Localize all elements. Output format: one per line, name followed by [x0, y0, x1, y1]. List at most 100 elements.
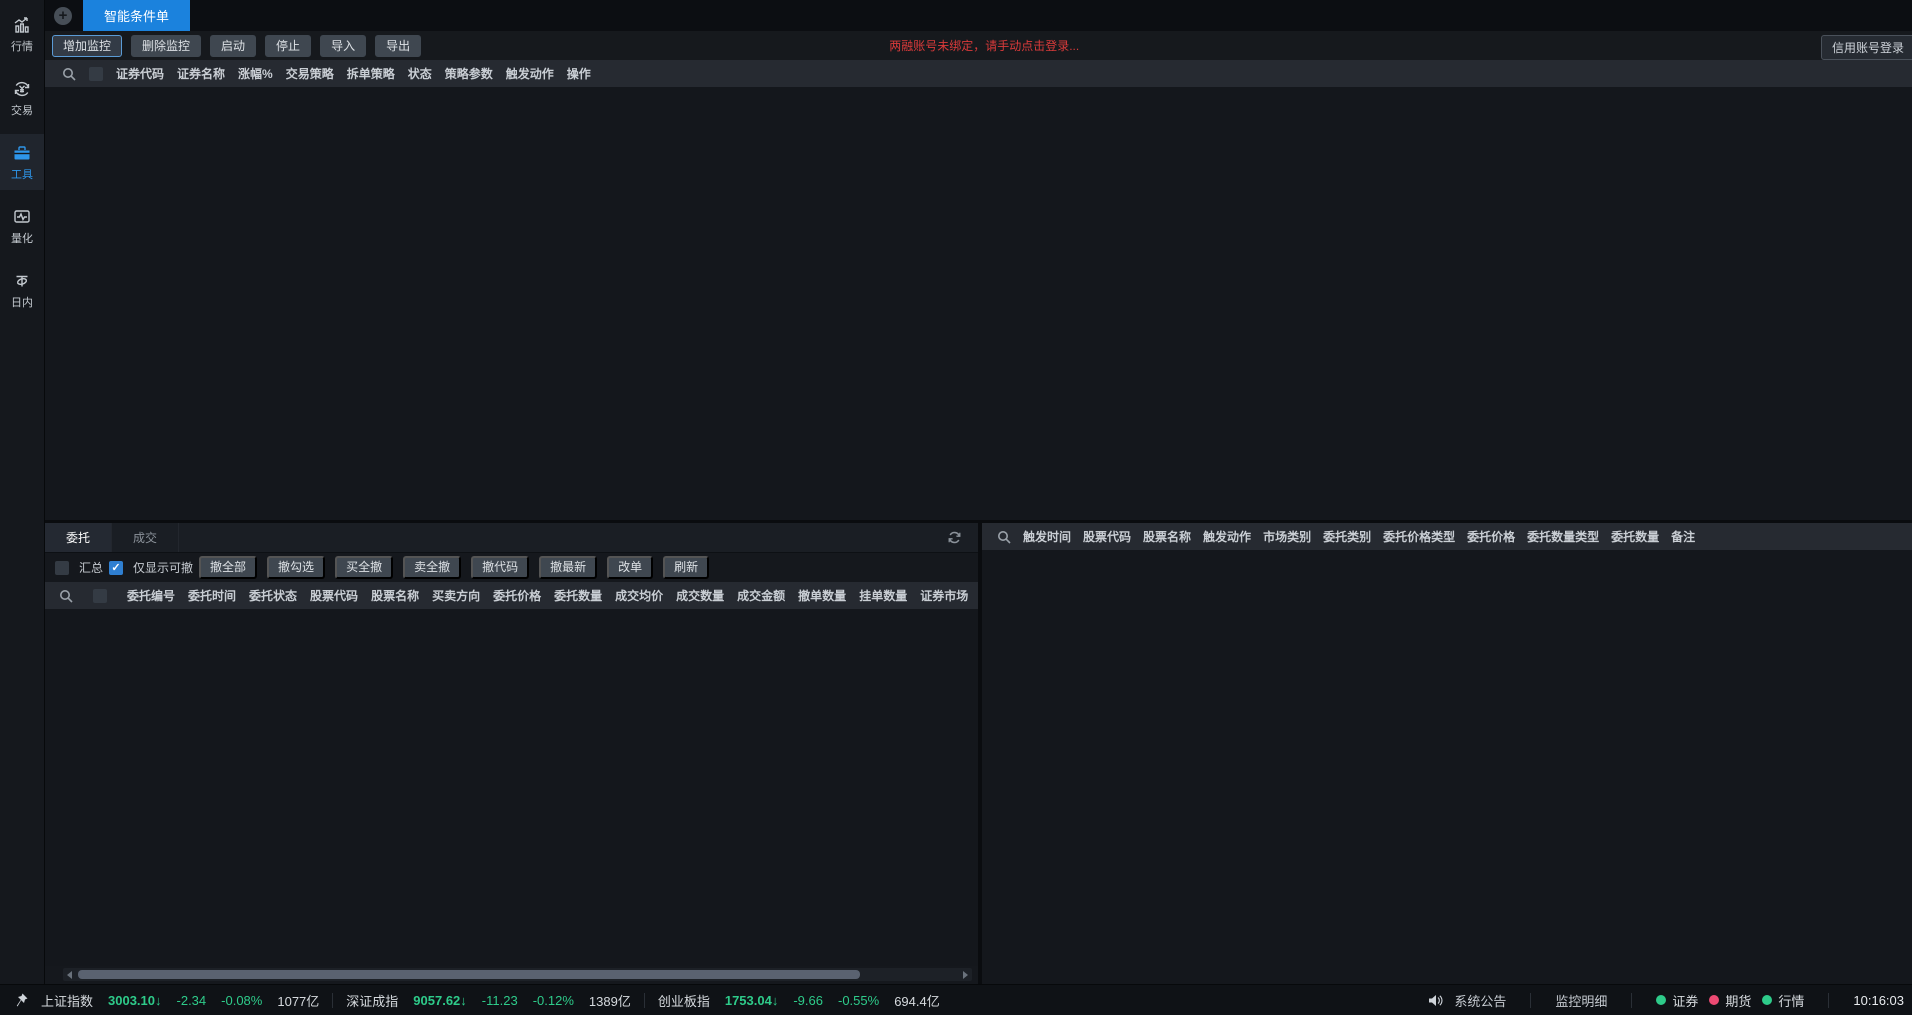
column-header[interactable]: 备注: [1671, 528, 1695, 545]
sidebar-item-label: 交易: [11, 106, 33, 117]
monitor-table-header: 证券代码 证券名称 涨幅% 交易策略 拆单策略 状态 策略参数 触发动作 操作: [45, 60, 1912, 87]
cancel-all-sells-button[interactable]: 卖全撤: [403, 556, 461, 579]
column-header[interactable]: 股票代码: [1083, 528, 1131, 545]
column-header[interactable]: 挂单数量: [859, 587, 907, 604]
column-header[interactable]: 撤单数量: [798, 587, 846, 604]
sidebar-item-quant[interactable]: 量化: [0, 198, 44, 254]
column-header[interactable]: 委托类别: [1323, 528, 1371, 545]
column-header[interactable]: 证券代码: [116, 65, 164, 82]
status-dot-icon: [1709, 995, 1719, 1005]
add-monitor-button[interactable]: 增加监控: [52, 35, 122, 57]
tab-deals[interactable]: 成交: [112, 523, 179, 552]
index-value: 3003.10↓: [108, 993, 162, 1008]
cancel-all-buys-button[interactable]: 买全撤: [335, 556, 393, 579]
select-all-checkbox[interactable]: [93, 589, 107, 603]
column-header[interactable]: 委托价格类型: [1383, 528, 1455, 545]
index-chinext[interactable]: 创业板指 1753.04↓ -9.66 -0.55% 694.4亿: [658, 991, 940, 1010]
column-header[interactable]: 成交均价: [615, 587, 663, 604]
index-shanghai[interactable]: 上证指数 3003.10↓ -2.34 -0.08% 1077亿: [41, 991, 319, 1010]
briefcase-icon: [12, 143, 32, 166]
index-shenzhen[interactable]: 深证成指 9057.62↓ -11.23 -0.12% 1389亿: [346, 991, 631, 1010]
sidebar-item-tools[interactable]: 工具: [0, 134, 44, 190]
column-header[interactable]: 证券名称: [177, 65, 225, 82]
sidebar-item-trade[interactable]: 交易: [0, 70, 44, 126]
scroll-right-arrow-icon[interactable]: [963, 971, 968, 979]
refresh-icon[interactable]: [947, 530, 962, 548]
credit-account-login-button[interactable]: 信用账号登录: [1821, 35, 1912, 60]
connection-futures[interactable]: 期货: [1709, 991, 1751, 1010]
column-header[interactable]: 股票名称: [1143, 528, 1191, 545]
column-header[interactable]: 成交数量: [676, 587, 724, 604]
column-header[interactable]: 策略参数: [445, 65, 493, 82]
column-header[interactable]: 委托状态: [249, 587, 297, 604]
column-header[interactable]: 委托数量: [554, 587, 602, 604]
column-header[interactable]: 委托数量类型: [1527, 528, 1599, 545]
separator: [644, 993, 645, 1008]
export-button[interactable]: 导出: [375, 35, 421, 57]
column-header[interactable]: 委托价格: [1467, 528, 1515, 545]
column-header[interactable]: 市场类别: [1263, 528, 1311, 545]
connection-quotes[interactable]: 行情: [1762, 991, 1804, 1010]
speaker-icon[interactable]: [1428, 994, 1443, 1007]
search-icon[interactable]: [997, 530, 1011, 544]
column-header[interactable]: 交易策略: [286, 65, 334, 82]
column-header[interactable]: 触发动作: [1203, 528, 1251, 545]
column-header[interactable]: 股票名称: [371, 587, 419, 604]
delete-monitor-button[interactable]: 删除监控: [131, 35, 201, 57]
scroll-left-arrow-icon[interactable]: [67, 971, 72, 979]
column-header[interactable]: 状态: [408, 65, 432, 82]
down-arrow-icon: ↓: [155, 993, 162, 1008]
cancel-latest-button[interactable]: 撤最新: [539, 556, 597, 579]
cancel-by-code-button[interactable]: 撤代码: [471, 556, 529, 579]
sidebar-item-intraday[interactable]: 日内: [0, 262, 44, 318]
column-header[interactable]: 涨幅%: [238, 65, 273, 82]
add-tab-button[interactable]: +: [54, 7, 72, 25]
index-change-pct: -0.55%: [838, 993, 879, 1008]
column-header[interactable]: 委托时间: [188, 587, 236, 604]
column-header[interactable]: 委托价格: [493, 587, 541, 604]
connection-label: 行情: [1778, 991, 1804, 1010]
trigger-panel: 触发时间 股票代码 股票名称 触发动作 市场类别 委托类别 委托价格类型 委托价…: [982, 523, 1912, 984]
modify-order-button[interactable]: 改单: [607, 556, 653, 579]
pin-icon[interactable]: [14, 993, 28, 1007]
connection-label: 证券: [1672, 991, 1698, 1010]
column-header[interactable]: 委托编号: [127, 587, 175, 604]
start-button[interactable]: 启动: [210, 35, 256, 57]
only-cancelable-checkbox[interactable]: [109, 561, 123, 575]
summary-checkbox[interactable]: [55, 561, 69, 575]
column-header[interactable]: 委托数量: [1611, 528, 1659, 545]
select-all-checkbox[interactable]: [89, 67, 103, 81]
index-name: 创业板指: [658, 991, 710, 1010]
tab-smart-condition-order[interactable]: 智能条件单: [83, 0, 190, 31]
tab-entrust[interactable]: 委托: [45, 523, 112, 552]
monitor-detail-link[interactable]: 监控明细: [1555, 991, 1607, 1010]
column-header[interactable]: 股票代码: [310, 587, 358, 604]
index-change: -9.66: [793, 993, 823, 1008]
status-bar-right: 系统公告 监控明细 证券 期货 行情 10:16:03: [1428, 991, 1912, 1010]
stop-button[interactable]: 停止: [265, 35, 311, 57]
column-header[interactable]: 买卖方向: [432, 587, 480, 604]
monitor-table-body: [45, 87, 1912, 520]
column-header[interactable]: 成交金额: [737, 587, 785, 604]
horizontal-scrollbar[interactable]: [63, 968, 972, 981]
cancel-all-button[interactable]: 撤全部: [199, 556, 257, 579]
search-icon[interactable]: [62, 67, 76, 81]
status-bar: 上证指数 3003.10↓ -2.34 -0.08% 1077亿 深证成指 90…: [0, 984, 1912, 1015]
column-header[interactable]: 操作: [567, 65, 591, 82]
column-header[interactable]: 证券市场: [920, 587, 968, 604]
trigger-table-body: [982, 550, 1912, 984]
column-header[interactable]: 触发时间: [1023, 528, 1071, 545]
search-icon[interactable]: [59, 589, 73, 603]
sidebar-item-market[interactable]: 行情: [0, 6, 44, 62]
refresh-button[interactable]: 刷新: [663, 556, 709, 579]
connection-securities[interactable]: 证券: [1656, 991, 1698, 1010]
system-announcement-link[interactable]: 系统公告: [1454, 991, 1506, 1010]
column-header[interactable]: 拆单策略: [347, 65, 395, 82]
column-header[interactable]: 触发动作: [506, 65, 554, 82]
scrollbar-thumb[interactable]: [78, 970, 860, 979]
market-chart-icon: [12, 15, 32, 38]
cancel-checked-button[interactable]: 撤勾选: [267, 556, 325, 579]
trigger-table-header: 触发时间 股票代码 股票名称 触发动作 市场类别 委托类别 委托价格类型 委托价…: [982, 523, 1912, 550]
import-button[interactable]: 导入: [320, 35, 366, 57]
orders-table-body: [45, 609, 978, 966]
